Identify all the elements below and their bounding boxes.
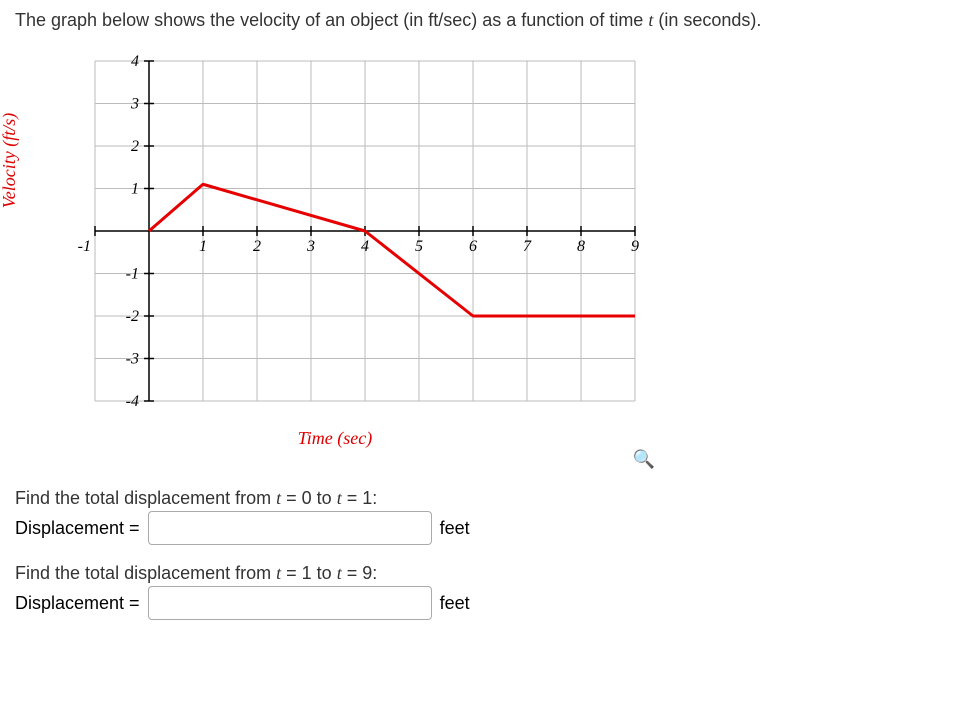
svg-text:-1: -1 xyxy=(78,238,91,255)
displacement-label-1: Displacement = xyxy=(15,518,140,539)
q2-text-1: Find the total displacement from xyxy=(15,563,276,583)
svg-text:2: 2 xyxy=(131,138,139,155)
svg-text:2: 2 xyxy=(253,238,261,255)
svg-text:-2: -2 xyxy=(126,308,139,325)
q2-text-3: = 9: xyxy=(342,563,378,583)
q2-text-2: = 1 to xyxy=(281,563,337,583)
chart-container: Velocity (ft/s) -1123456789-4-3-2-11234 … xyxy=(15,41,655,470)
svg-text:4: 4 xyxy=(361,238,369,255)
q1-text-1: Find the total displacement from xyxy=(15,488,276,508)
velocity-chart: -1 1 2 3 4 5 6 7 8 9 -4 -3 -2 -1 1 2 3 4 xyxy=(15,41,655,421)
displacement-input-2[interactable] xyxy=(148,586,432,620)
intro-suffix: (in seconds). xyxy=(653,10,761,30)
svg-text:7: 7 xyxy=(523,238,532,255)
svg-text:9: 9 xyxy=(631,238,639,255)
svg-text:5: 5 xyxy=(415,238,423,255)
svg-text:8: 8 xyxy=(577,238,585,255)
intro-text: The graph below shows the velocity of an… xyxy=(15,10,945,31)
displacement-input-1[interactable] xyxy=(148,511,432,545)
intro-prefix: The graph below shows the velocity of an… xyxy=(15,10,648,30)
svg-text:3: 3 xyxy=(306,238,315,255)
svg-text:-4: -4 xyxy=(126,393,139,410)
magnify-icon[interactable]: 🔍 xyxy=(633,449,655,469)
answer-row-1: Displacement = feet xyxy=(15,511,945,545)
units-2: feet xyxy=(440,593,470,614)
x-axis-label: Time (sec) xyxy=(55,428,615,449)
svg-text:1: 1 xyxy=(131,181,139,198)
svg-text:-1: -1 xyxy=(126,266,139,283)
svg-text:-3: -3 xyxy=(126,351,139,368)
y-axis-label: Velocity (ft/s) xyxy=(0,112,20,207)
q1-text-3: = 1: xyxy=(342,488,378,508)
question-2: Find the total displacement from t = 1 t… xyxy=(15,563,945,584)
svg-text:1: 1 xyxy=(199,238,207,255)
svg-text:6: 6 xyxy=(469,238,477,255)
units-1: feet xyxy=(440,518,470,539)
answer-row-2: Displacement = feet xyxy=(15,586,945,620)
displacement-label-2: Displacement = xyxy=(15,593,140,614)
svg-text:3: 3 xyxy=(130,96,139,113)
question-1: Find the total displacement from t = 0 t… xyxy=(15,488,945,509)
svg-text:4: 4 xyxy=(131,53,139,70)
q1-text-2: = 0 to xyxy=(281,488,337,508)
